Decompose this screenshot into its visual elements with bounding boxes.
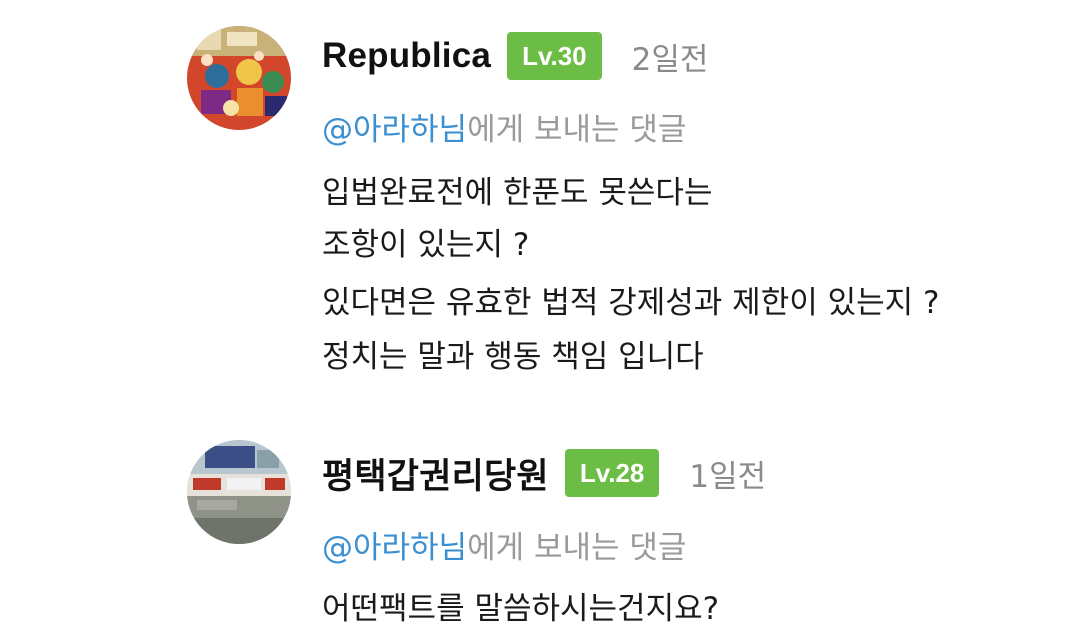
- reply-target: @아라하님에게 보내는 댓글: [322, 528, 686, 568]
- comment-text-line: 입법완료전에 한푼도 못쓴다는: [322, 175, 713, 211]
- level-badge: Lv.28: [564, 449, 660, 497]
- reply-label: 에게 보내는 댓글: [467, 112, 687, 148]
- timestamp: 2일전: [631, 41, 709, 78]
- comment-text-line: 정치는 말과 행동 책임 입니다: [322, 339, 704, 375]
- mention-link[interactable]: @아라하님: [322, 530, 467, 566]
- comment-header: Republica Lv.30 2일전: [322, 31, 708, 81]
- timestamp: 1일전: [689, 458, 767, 495]
- reply-label: 에게 보내는 댓글: [467, 530, 687, 566]
- level-badge: Lv.30: [507, 32, 602, 80]
- username[interactable]: 평택갑권리당원: [322, 448, 549, 499]
- mention-link[interactable]: @아라하님: [322, 112, 467, 148]
- comment-header: 평택갑권리당원 Lv.28 1일전: [322, 448, 766, 498]
- comment-text-line: 조항이 있는지 ?: [322, 227, 530, 263]
- comment-text-line: 어떤팩트를 말씀하시는건지요?: [322, 591, 720, 627]
- avatar[interactable]: [187, 26, 291, 130]
- avatar[interactable]: [187, 440, 291, 544]
- comment-text-line: 있다면은 유효한 법적 강제성과 제한이 있는지 ?: [322, 285, 940, 321]
- username[interactable]: Republica: [322, 36, 491, 76]
- reply-target: @아라하님에게 보내는 댓글: [322, 110, 686, 150]
